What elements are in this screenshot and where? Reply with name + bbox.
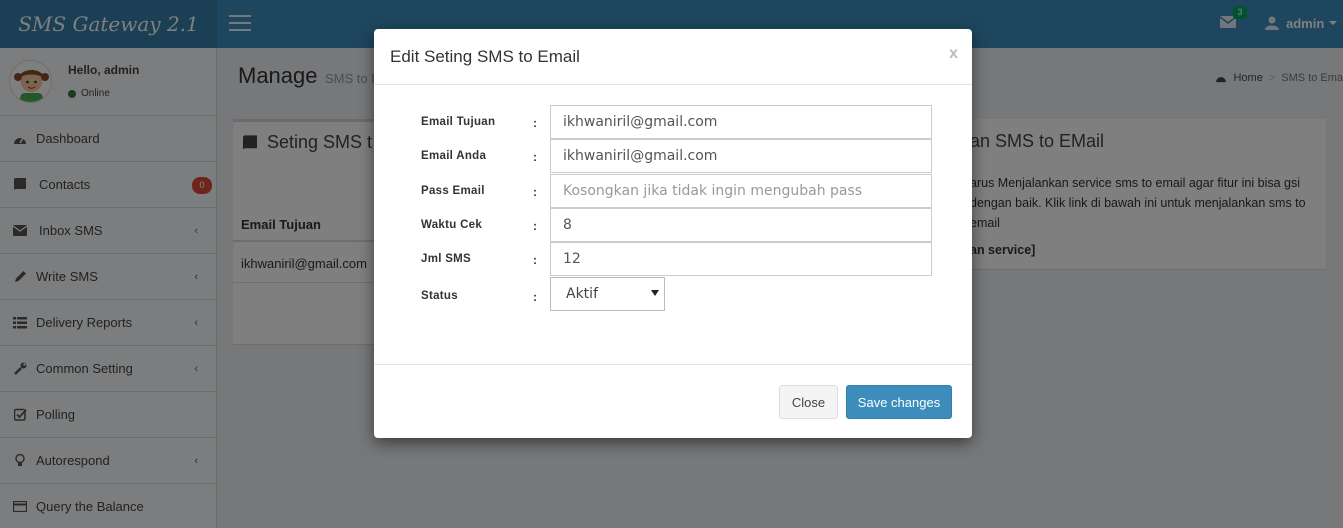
status-select[interactable]: Aktif <box>550 277 665 311</box>
email-anda-label: Email Anda <box>421 150 487 162</box>
colon: : <box>533 116 537 130</box>
form-row-jml-sms: Jml SMS : <box>374 242 972 276</box>
jml-sms-label: Jml SMS <box>421 253 472 265</box>
jml-sms-field[interactable] <box>550 242 932 276</box>
modal-title: Edit Seting SMS to Email <box>390 47 580 66</box>
modal-body: Email Tujuan : Email Anda : Pass Email :… <box>374 85 972 365</box>
modal-header: Edit Seting SMS to Email x <box>374 29 972 85</box>
dropdown-arrow-icon <box>651 290 659 296</box>
status-label: Status <box>421 290 458 302</box>
close-button[interactable]: Close <box>779 385 838 419</box>
edit-settings-modal: Edit Seting SMS to Email x Email Tujuan … <box>374 29 972 438</box>
colon: : <box>533 150 537 164</box>
form-row-email-tujuan: Email Tujuan : <box>374 105 972 139</box>
form-row-pass-email: Pass Email : <box>374 174 972 208</box>
waktu-cek-label: Waktu Cek <box>421 219 483 231</box>
form-row-waktu-cek: Waktu Cek : <box>374 208 972 242</box>
email-tujuan-label: Email Tujuan <box>421 116 496 128</box>
form-row-email-anda: Email Anda : <box>374 139 972 173</box>
modal-footer: Close Save changes <box>374 364 972 438</box>
save-changes-button[interactable]: Save changes <box>846 385 952 419</box>
colon: : <box>533 219 537 233</box>
email-tujuan-field[interactable] <box>550 105 932 139</box>
form-row-status: Status : Aktif <box>374 277 972 311</box>
colon: : <box>533 290 537 304</box>
email-anda-field[interactable] <box>550 139 932 173</box>
pass-email-label: Pass Email <box>421 185 485 197</box>
colon: : <box>533 253 537 267</box>
waktu-cek-field[interactable] <box>550 208 932 242</box>
colon: : <box>533 185 537 199</box>
status-selected-value: Aktif <box>566 286 598 302</box>
pass-email-field[interactable] <box>550 174 932 208</box>
close-icon[interactable]: x <box>949 45 958 63</box>
